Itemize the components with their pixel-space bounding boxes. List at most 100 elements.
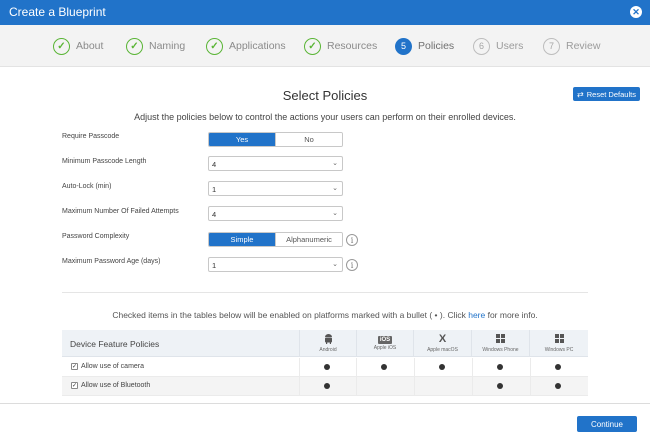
note-text: Checked items in the tables below will b… xyxy=(112,310,469,320)
continue-button[interactable]: Continue xyxy=(577,416,637,432)
column-windows-pc: Windows PC xyxy=(529,330,588,357)
row-label[interactable]: ✓ Allow use of camera xyxy=(71,363,144,370)
column-android: Android xyxy=(299,330,356,357)
reset-defaults-button[interactable]: ⇄ Reset Defaults xyxy=(573,87,640,101)
auto-lock-label: Auto-Lock (min) xyxy=(62,183,112,190)
min-length-value: 4 xyxy=(212,160,217,169)
column-divider xyxy=(414,377,415,396)
max-failed-value: 4 xyxy=(212,210,217,219)
column-ios: iOS Apple iOS xyxy=(356,330,413,357)
column-divider xyxy=(472,377,473,396)
platform-name: Apple macOS xyxy=(427,347,458,353)
platform-name: Windows Phone xyxy=(482,347,519,353)
support-bullet xyxy=(324,364,330,370)
step-label: About xyxy=(76,40,104,52)
platform-note: Checked items in the tables below will b… xyxy=(0,310,650,320)
step-review[interactable]: 7 Review xyxy=(543,37,600,55)
auto-lock-select[interactable]: 1 ⌄ xyxy=(208,181,343,196)
window-title: Create a Blueprint xyxy=(9,5,106,19)
step-label: Policies xyxy=(418,40,455,52)
chevron-down-icon: ⌄ xyxy=(332,160,338,167)
check-icon: ✓ xyxy=(126,37,143,55)
require-passcode-toggle: Yes No xyxy=(208,132,343,147)
wizard-steps: ✓ About ✓ Naming ✓ Applications ✓ Resour… xyxy=(0,25,650,67)
reset-defaults-label: Reset Defaults xyxy=(586,89,636,99)
support-bullet xyxy=(497,364,503,370)
checkbox[interactable]: ✓ xyxy=(71,363,78,370)
require-passcode-label: Require Passcode xyxy=(62,133,120,140)
table-row: ✓ Allow use of Bluetooth xyxy=(62,377,588,396)
step-label: Users xyxy=(496,40,524,52)
table-caption: Device Feature Policies xyxy=(70,339,160,349)
complexity-alphanumeric[interactable]: Alphanumeric xyxy=(275,233,342,246)
column-divider xyxy=(356,358,357,377)
step-number: 5 xyxy=(395,37,412,55)
info-icon[interactable]: i xyxy=(346,259,358,271)
support-bullet xyxy=(439,364,445,370)
require-passcode-no[interactable]: No xyxy=(275,133,342,146)
platform-name: Windows PC xyxy=(544,347,574,353)
column-divider xyxy=(356,377,357,396)
page-subtitle: Adjust the policies below to control the… xyxy=(134,112,516,122)
info-icon[interactable]: i xyxy=(346,234,358,246)
complexity-toggle: Simple Alphanumeric xyxy=(208,232,343,247)
support-bullet xyxy=(555,383,561,389)
support-bullet xyxy=(324,383,330,389)
step-label: Applications xyxy=(229,40,286,52)
check-icon: ✓ xyxy=(206,37,223,55)
step-label: Review xyxy=(566,40,601,52)
table-row: ✓ Allow use of camera xyxy=(62,358,588,377)
max-failed-label: Maximum Number Of Failed Attempts xyxy=(62,208,179,215)
step-policies[interactable]: 5 Policies xyxy=(395,37,454,55)
support-bullet xyxy=(497,383,503,389)
column-divider xyxy=(472,358,473,377)
auto-lock-value: 1 xyxy=(212,185,217,194)
chevron-down-icon: ⌄ xyxy=(332,261,338,268)
check-icon: ✓ xyxy=(304,37,321,55)
more-info-link[interactable]: here xyxy=(468,310,485,320)
column-divider xyxy=(299,377,300,396)
max-age-value: 1 xyxy=(212,261,217,270)
refresh-icon: ⇄ xyxy=(577,89,584,99)
macos-icon: X xyxy=(438,333,447,345)
platform-name: Android xyxy=(319,347,337,353)
support-bullet xyxy=(381,364,387,370)
max-age-select[interactable]: 1 ⌄ xyxy=(208,257,343,272)
column-divider xyxy=(299,358,300,377)
column-macos: X Apple macOS xyxy=(413,330,471,357)
step-number: 7 xyxy=(543,37,560,55)
row-label[interactable]: ✓ Allow use of Bluetooth xyxy=(71,382,150,389)
divider xyxy=(62,292,588,293)
min-length-select[interactable]: 4 ⌄ xyxy=(208,156,343,171)
require-passcode-yes[interactable]: Yes xyxy=(209,133,275,146)
column-divider xyxy=(530,377,531,396)
step-users[interactable]: 6 Users xyxy=(473,37,523,55)
step-about[interactable]: ✓ About xyxy=(53,37,103,55)
step-label: Naming xyxy=(149,40,186,52)
complexity-simple[interactable]: Simple xyxy=(209,233,275,246)
check-icon: ✓ xyxy=(53,37,70,55)
step-label: Resources xyxy=(327,40,378,52)
step-number: 6 xyxy=(473,37,490,55)
android-icon xyxy=(324,334,333,346)
column-divider xyxy=(414,358,415,377)
chevron-down-icon: ⌄ xyxy=(332,210,338,217)
row-label-text: Allow use of Bluetooth xyxy=(81,382,151,389)
close-icon[interactable]: ✕ xyxy=(630,6,642,18)
platform-name: Apple iOS xyxy=(373,345,397,351)
row-label-text: Allow use of camera xyxy=(81,363,145,370)
table-header: Device Feature Policies Android iOS Appl… xyxy=(62,330,588,357)
footer: Continue xyxy=(0,403,650,443)
max-age-label: Maximum Password Age (days) xyxy=(62,258,161,265)
column-windows-phone: Windows Phone xyxy=(471,330,529,357)
page-title: Select Policies xyxy=(282,88,368,103)
step-resources[interactable]: ✓ Resources xyxy=(304,37,377,55)
checkbox[interactable]: ✓ xyxy=(71,382,78,389)
title-bar: Create a Blueprint ✕ xyxy=(0,0,650,25)
support-bullet xyxy=(555,364,561,370)
min-length-label: Minimum Passcode Length xyxy=(62,158,147,165)
step-applications[interactable]: ✓ Applications xyxy=(206,37,286,55)
chevron-down-icon: ⌄ xyxy=(332,185,338,192)
step-naming[interactable]: ✓ Naming xyxy=(126,37,185,55)
max-failed-select[interactable]: 4 ⌄ xyxy=(208,206,343,221)
